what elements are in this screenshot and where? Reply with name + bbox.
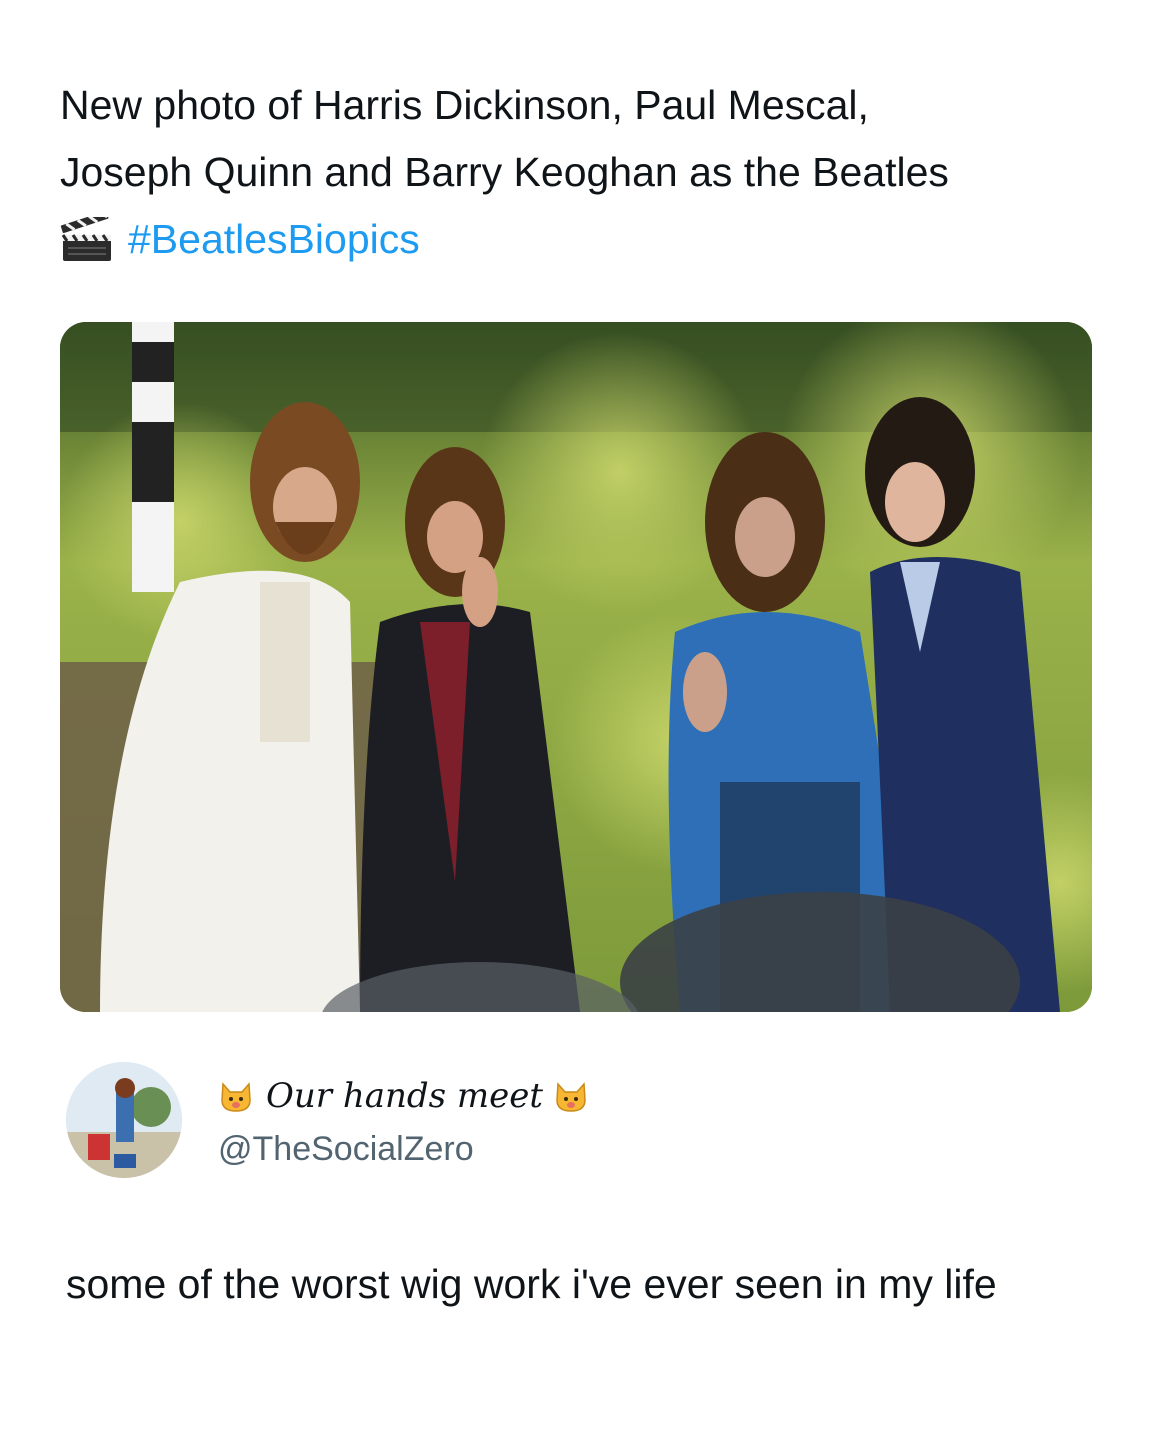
cat-face-icon <box>556 1082 586 1112</box>
avatar[interactable] <box>66 1062 182 1178</box>
post-photo[interactable] <box>60 322 1092 1012</box>
cat-face-icon <box>221 1082 251 1112</box>
reply-text: some of the worst wig work i've ever see… <box>66 1261 997 1307</box>
post-photo-image <box>60 322 1092 1012</box>
clapper-board-icon <box>60 216 111 261</box>
reply-author: Our hands meet @TheSocialZero <box>66 1062 1026 1186</box>
avatar-image <box>66 1062 182 1178</box>
quoted-post-line-1: New photo of Harris Dickinson, Paul Mesc… <box>60 82 869 128</box>
display-name[interactable]: Our hands meet <box>218 1076 589 1116</box>
user-handle[interactable]: @TheSocialZero <box>218 1130 474 1169</box>
hashtag-link[interactable]: #BeatlesBiopics <box>128 206 420 273</box>
display-name-text: Our hands meet <box>266 1076 544 1116</box>
quoted-post-text: New photo of Harris Dickinson, Paul Mesc… <box>60 72 1100 273</box>
hashtag-line: #BeatlesBiopics <box>60 206 1100 273</box>
quoted-post-line-2: Joseph Quinn and Barry Keoghan as the Be… <box>60 149 949 195</box>
